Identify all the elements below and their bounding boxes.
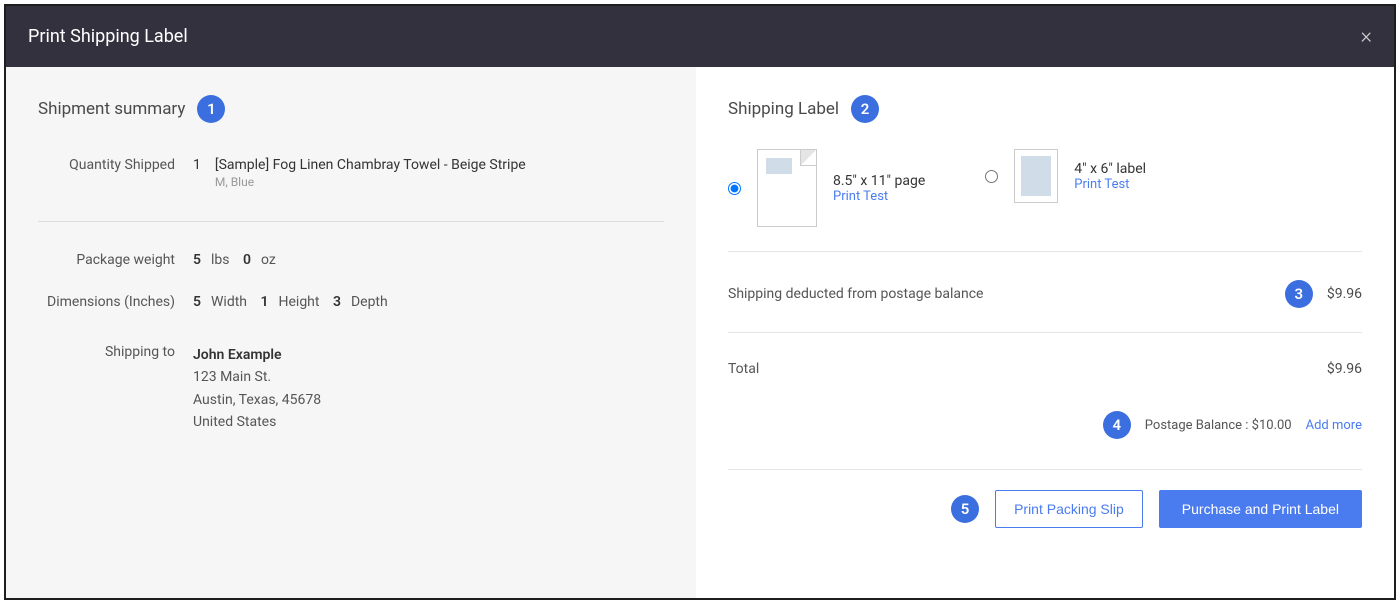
address-line2: Austin, Texas, 45678 bbox=[193, 389, 321, 411]
shipping-deducted-amount: $9.96 bbox=[1327, 286, 1362, 302]
print-packing-slip-button[interactable]: Print Packing Slip bbox=[995, 490, 1143, 528]
package-weight-row: Package weight 5 lbs 0 oz bbox=[38, 244, 664, 276]
shipment-summary-title: Shipment summary bbox=[38, 99, 185, 119]
postage-balance-row: 4 Postage Balance : $10.00 Add more bbox=[728, 401, 1362, 469]
label-option-4x6: 4" x 6" label Print Test bbox=[985, 149, 1146, 203]
total-row: Total $9.96 bbox=[728, 353, 1362, 401]
page-thumb-icon bbox=[757, 149, 817, 227]
purchase-print-label-button[interactable]: Purchase and Print Label bbox=[1159, 490, 1362, 528]
weight-lbs-unit: lbs bbox=[211, 252, 230, 268]
print-test-4x6-link[interactable]: Print Test bbox=[1074, 177, 1146, 192]
callout-badge-5: 5 bbox=[951, 495, 979, 523]
divider bbox=[38, 221, 664, 222]
dim-height-val: 1 bbox=[261, 294, 269, 310]
dim-depth-val: 3 bbox=[333, 294, 341, 310]
address-country: United States bbox=[193, 411, 321, 433]
add-more-link[interactable]: Add more bbox=[1306, 418, 1362, 433]
item-name: [Sample] Fog Linen Chambray Towel - Beig… bbox=[215, 157, 526, 173]
quantity-shipped-label: Quantity Shipped bbox=[38, 157, 193, 173]
modal-body: Shipment summary 1 Quantity Shipped 1 [S… bbox=[6, 67, 1394, 598]
postage-balance-text: Postage Balance : $10.00 bbox=[1145, 418, 1292, 433]
label-format-options: 8.5" x 11" page Print Test 4" x 6" label… bbox=[728, 149, 1362, 227]
total-amount: $9.96 bbox=[1327, 361, 1362, 377]
opt-4x6-title: 4" x 6" label bbox=[1074, 161, 1146, 177]
shipping-deducted-label: Shipping deducted from postage balance bbox=[728, 286, 983, 302]
quantity-shipped-row: Quantity Shipped 1 [Sample] Fog Linen Ch… bbox=[38, 149, 664, 199]
shipping-deducted-row: Shipping deducted from postage balance 3… bbox=[728, 272, 1362, 332]
shipping-label-heading: Shipping Label 2 bbox=[728, 95, 1362, 123]
modal-header: Print Shipping Label × bbox=[6, 6, 1394, 67]
shipping-label-title: Shipping Label bbox=[728, 99, 839, 119]
callout-badge-3: 3 bbox=[1285, 280, 1313, 308]
dimensions-label: Dimensions (Inches) bbox=[38, 294, 193, 310]
dim-width-val: 5 bbox=[193, 294, 201, 310]
dim-height-label: Height bbox=[279, 294, 320, 310]
shipping-to-row: Shipping to John Example 123 Main St. Au… bbox=[38, 318, 664, 442]
divider bbox=[728, 332, 1362, 333]
shipping-label-panel: Shipping Label 2 8.5" x 11" page Print T… bbox=[696, 67, 1394, 598]
dim-width-label: Width bbox=[211, 294, 247, 310]
address-line1: 123 Main St. bbox=[193, 366, 321, 388]
shipment-summary-heading: Shipment summary 1 bbox=[38, 95, 664, 123]
close-icon[interactable]: × bbox=[1360, 24, 1372, 49]
modal-title: Print Shipping Label bbox=[28, 26, 188, 47]
total-label: Total bbox=[728, 361, 759, 377]
item-qty: 1 bbox=[193, 157, 201, 173]
weight-oz-unit: oz bbox=[261, 252, 276, 268]
label-option-page: 8.5" x 11" page Print Test bbox=[728, 149, 925, 227]
divider bbox=[728, 469, 1362, 470]
dimensions-row: Dimensions (Inches) 5 Width 1 Height 3 Dept… bbox=[38, 276, 664, 318]
radio-page-format[interactable] bbox=[728, 182, 741, 195]
divider bbox=[728, 251, 1362, 252]
dim-depth-label: Depth bbox=[351, 294, 388, 310]
radio-4x6-format[interactable] bbox=[985, 170, 998, 183]
shipment-summary-panel: Shipment summary 1 Quantity Shipped 1 [S… bbox=[6, 67, 696, 598]
opt-page-title: 8.5" x 11" page bbox=[833, 173, 925, 189]
address-name: John Example bbox=[193, 344, 321, 366]
callout-badge-4: 4 bbox=[1103, 411, 1131, 439]
weight-lbs: 5 bbox=[193, 252, 201, 268]
print-shipping-label-modal: Print Shipping Label × Shipment summary … bbox=[4, 4, 1396, 600]
item-variant: M, Blue bbox=[215, 175, 526, 189]
actions-row: 5 Print Packing Slip Purchase and Print … bbox=[728, 490, 1362, 528]
weight-oz: 0 bbox=[243, 252, 251, 268]
callout-badge-2: 2 bbox=[851, 95, 879, 123]
callout-badge-1: 1 bbox=[197, 95, 225, 123]
shipping-to-label: Shipping to bbox=[38, 344, 193, 360]
label-thumb-icon bbox=[1014, 149, 1058, 203]
package-weight-label: Package weight bbox=[38, 252, 193, 268]
print-test-page-link[interactable]: Print Test bbox=[833, 189, 925, 204]
